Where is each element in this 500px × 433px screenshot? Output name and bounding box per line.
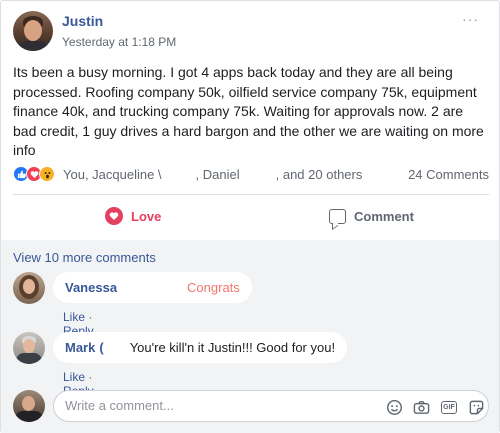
- comments-section: View 10 more comments Vanessa Congrats Li…: [1, 240, 499, 433]
- comment-like-link[interactable]: Like: [63, 310, 85, 324]
- comment-author[interactable]: Vanessa: [65, 280, 117, 295]
- heart-icon: [105, 207, 123, 225]
- gif-icon[interactable]: GIF: [440, 398, 458, 416]
- comment-text: Congrats: [187, 280, 240, 295]
- love-button-label: Love: [131, 208, 162, 224]
- more-options-icon[interactable]: ···: [462, 11, 479, 27]
- commenter-avatar[interactable]: [13, 272, 45, 304]
- wow-icon: [39, 166, 55, 182]
- comment-input-box[interactable]: GIF: [53, 390, 489, 422]
- comment-input[interactable]: [65, 398, 365, 413]
- post-body: Its been a busy morning. I got 4 apps ba…: [13, 64, 484, 158]
- comment-author[interactable]: Mark: [65, 340, 95, 355]
- reaction-names-part-2: , Daniel: [195, 167, 240, 182]
- comment-text: You're kill'n it Justin!!! Good for you!: [129, 340, 336, 355]
- camera-icon[interactable]: [412, 398, 430, 416]
- divider: [13, 194, 489, 195]
- comment-count-link[interactable]: 24 Comments: [408, 167, 489, 182]
- current-user-avatar[interactable]: [13, 390, 45, 422]
- sticker-icon[interactable]: [467, 398, 485, 416]
- redacted-name: [103, 340, 130, 354]
- comment-bubble: Vanessa Congrats: [53, 272, 252, 303]
- post-author-name[interactable]: Justin: [62, 13, 103, 29]
- post-card: Justin Yesterday at 1:18 PM ··· Its been…: [0, 0, 500, 433]
- author-avatar[interactable]: [13, 11, 53, 51]
- post-timestamp[interactable]: Yesterday at 1:18 PM: [62, 35, 176, 49]
- view-more-comments-link[interactable]: View 10 more comments: [13, 250, 156, 265]
- commenter-avatar[interactable]: [13, 332, 45, 364]
- post-header: Justin Yesterday at 1:18 PM ···: [13, 11, 483, 55]
- comment-bubble: Mark(You're kill'n it Justin!!! Good for…: [53, 332, 348, 363]
- comment-like-link[interactable]: Like: [63, 370, 85, 384]
- reaction-names[interactable]: You, Jacqueline \ , Daniel , and 20 others: [63, 167, 362, 182]
- comment-composer: GIF: [13, 390, 489, 422]
- gif-label: GIF: [441, 400, 457, 414]
- love-button[interactable]: Love: [105, 206, 161, 226]
- redacted-name: [121, 280, 184, 294]
- reaction-names-part-3: , and 20 others: [275, 167, 363, 182]
- comment-icon: [329, 208, 346, 224]
- comment-button[interactable]: Comment: [329, 206, 414, 226]
- emoji-icon[interactable]: [385, 398, 403, 416]
- comment-button-label: Comment: [354, 208, 414, 224]
- reaction-names-part-1: You, Jacqueline \: [63, 167, 162, 182]
- reactions-summary[interactable]: You, Jacqueline \ , Daniel , and 20 others…: [13, 164, 489, 184]
